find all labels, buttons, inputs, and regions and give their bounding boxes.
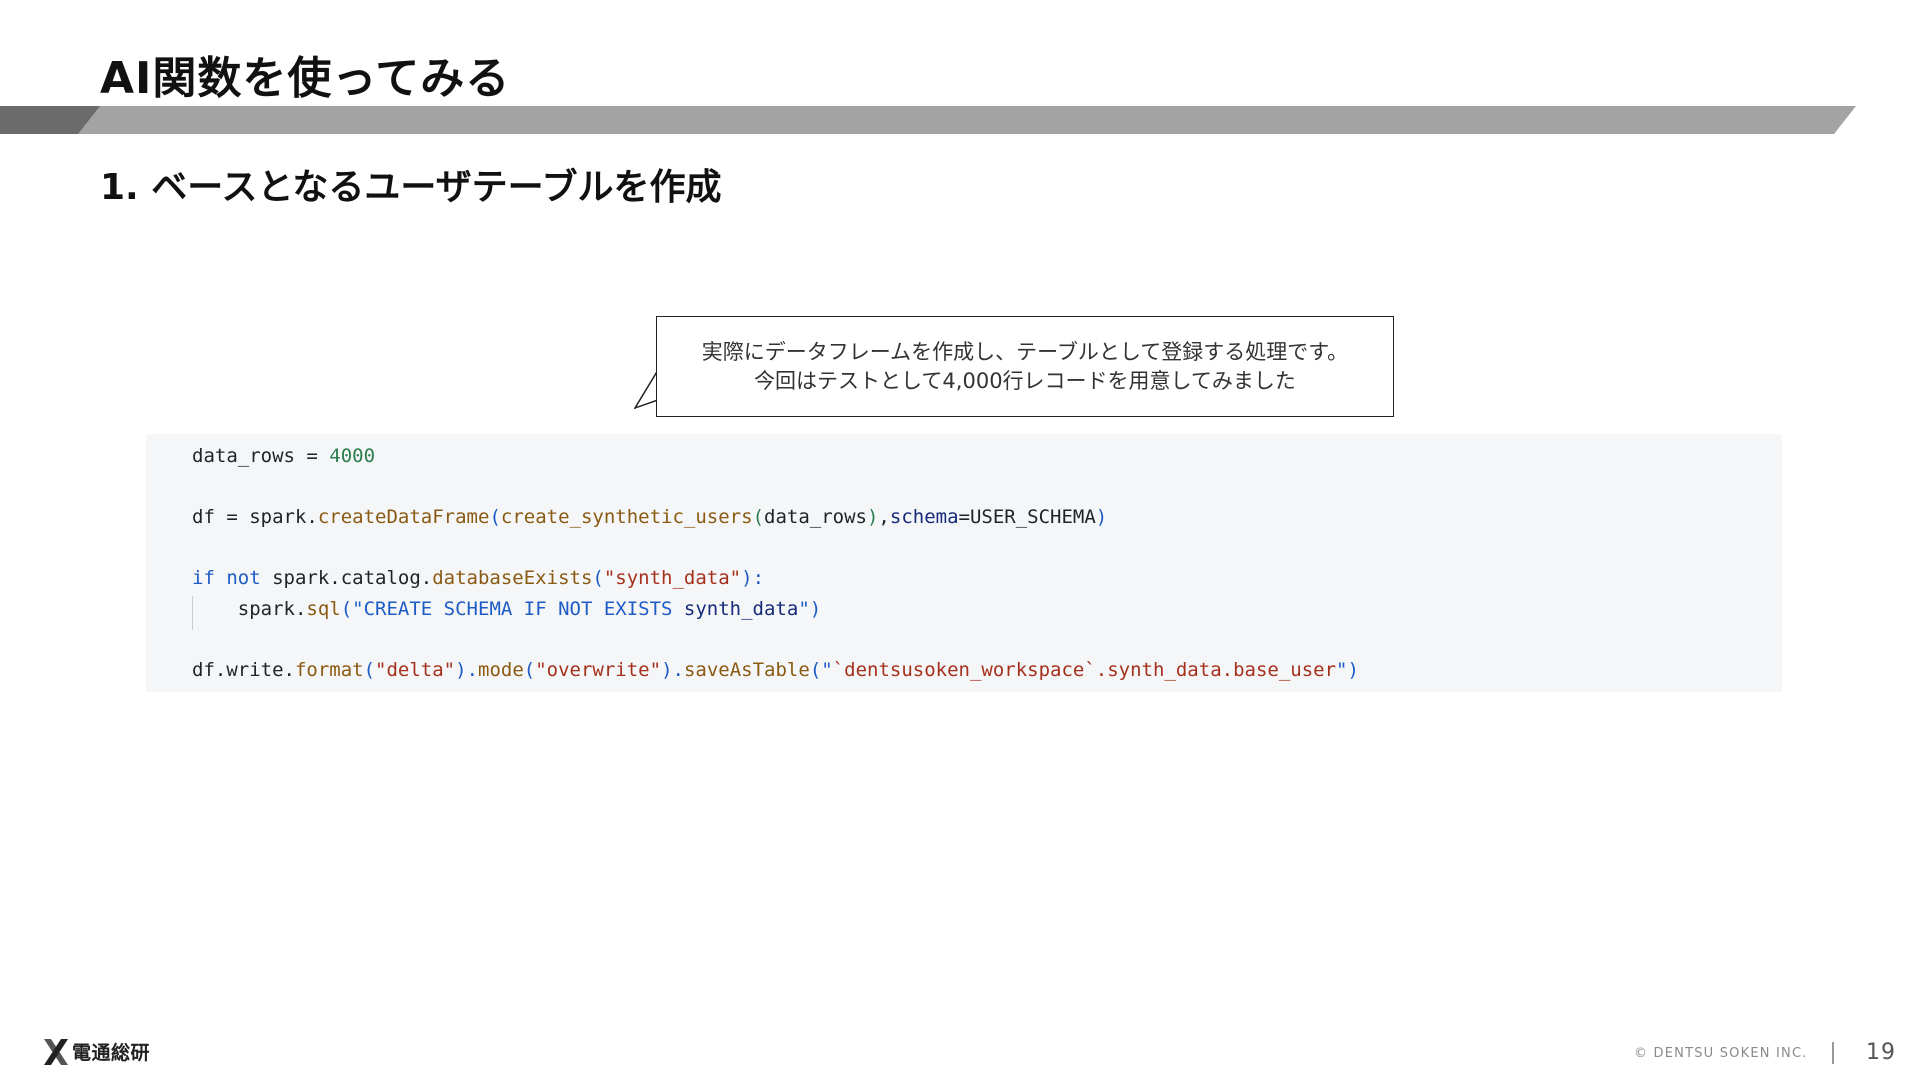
code-line-data-rows: data_rows = 4000 (192, 442, 375, 470)
code-token: , (878, 506, 890, 528)
code-token: ) (1095, 506, 1108, 528)
code-token: "overwrite" (535, 659, 662, 681)
code-token: ( (363, 659, 376, 681)
footer-divider (1832, 1042, 1834, 1064)
code-token: mode (478, 659, 524, 681)
code-token: CREATE SCHEMA IF NOT EXISTS (363, 598, 673, 620)
code-token: schema (889, 506, 959, 528)
slide-title: AI関数を使ってみる (100, 53, 511, 104)
section-heading: 1. ベースとなるユーザテーブルを作成 (100, 167, 722, 208)
code-token: saveAsTable (683, 659, 810, 681)
code-token: ): (741, 567, 765, 589)
code-token: (" (340, 598, 364, 620)
code-token: data_rows = (192, 445, 330, 467)
code-token: `dentsusoken_workspace`.synth_data.base_… (832, 659, 1337, 681)
code-token: =USER_SCHEMA (958, 506, 1096, 528)
code-line-save-as-table: df.write.format("delta").mode("overwrite… (192, 656, 1359, 684)
code-token: 4000 (329, 445, 376, 467)
code-token: ( (592, 567, 604, 589)
page-number: 19 (1866, 1040, 1896, 1065)
code-token: "synth_data" (603, 567, 742, 589)
code-token: ( (489, 506, 501, 528)
code-token: (" (809, 659, 833, 681)
code-block: data_rows = 4000 df = spark.createDataFr… (146, 434, 1782, 692)
code-token: synth_data (672, 598, 799, 620)
code-token: ") (1336, 659, 1359, 681)
logo-text: 電通総研 (72, 1042, 151, 1064)
title-underline-bar (0, 106, 1856, 134)
code-token: data_rows (764, 506, 867, 528)
code-token: ( (523, 659, 536, 681)
code-token: df = spark. (192, 506, 318, 528)
callout-box: 実際にデータフレームを作成し、テーブルとして登録する処理です。 今回はテストとし… (656, 316, 1394, 417)
code-line-if-not-exists: if not spark.catalog.databaseExists("syn… (192, 564, 764, 592)
code-token: databaseExists (432, 567, 593, 589)
code-token: ). (455, 659, 479, 681)
code-token: ( (752, 506, 765, 528)
code-token: ). (661, 659, 684, 681)
footer-logo: 電通総研 (42, 1038, 150, 1065)
title-bar-light-segment (0, 106, 1856, 134)
code-token: df.write. (192, 659, 295, 681)
copyright: © DENTSU SOKEN INC. (1634, 1046, 1808, 1061)
code-token: if not (192, 567, 261, 589)
code-token: spark. (192, 598, 307, 620)
code-line-create-dataframe: df = spark.createDataFrame(create_synthe… (192, 503, 1107, 531)
code-line-create-schema: spark.sql("CREATE SCHEMA IF NOT EXISTS s… (192, 595, 821, 623)
code-token: "delta" (375, 659, 456, 681)
code-token: ") (798, 598, 822, 620)
code-token: createDataFrame (317, 506, 490, 528)
code-token: sql (306, 598, 341, 620)
callout-line-2: 今回はテストとして4,000行レコードを用意してみました (754, 368, 1296, 393)
logo-x-icon (44, 1038, 68, 1065)
code-token: format (294, 659, 364, 681)
code-token: create_synthetic_users (500, 506, 753, 528)
code-token: spark.catalog. (260, 567, 433, 589)
code-token: ) (866, 506, 879, 528)
callout-line-1: 実際にデータフレームを作成し、テーブルとして登録する処理です。 (701, 339, 1349, 364)
